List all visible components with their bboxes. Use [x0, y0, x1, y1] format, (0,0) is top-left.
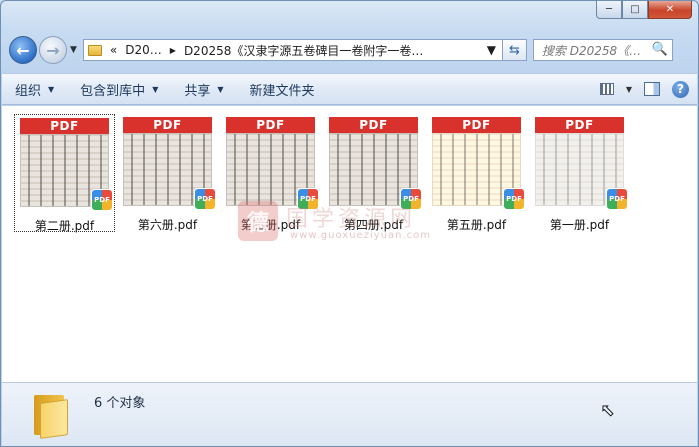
pdf-thumbnail: PDF PDF — [20, 118, 113, 211]
refresh-button[interactable]: ⇆ — [502, 39, 527, 61]
pdf-banner: PDF — [226, 117, 315, 133]
file-list-pane[interactable]: PDF PDF 第二册.pdf PDF PDF 第六册.pdf PDF PDF … — [2, 106, 697, 382]
organize-label: 组织 — [15, 83, 42, 99]
pdf-thumbnail: PDF PDF — [432, 117, 525, 210]
file-item[interactable]: PDF PDF 第五册.pdf — [426, 114, 527, 232]
caption-buttons: ─ □ ✕ — [596, 1, 692, 19]
arrow-left-icon: ← — [16, 40, 30, 60]
caret-down-icon: ▼ — [48, 84, 55, 94]
item-count: 6 个对象 — [94, 396, 146, 411]
mouse-cursor-icon: ⬁ — [600, 400, 616, 421]
forward-button[interactable]: → — [39, 36, 67, 64]
toolbar-right: ▼ ? — [599, 80, 689, 98]
pdf-banner: PDF — [329, 117, 418, 133]
folder-icon — [87, 44, 102, 56]
address-bar[interactable]: « D20… ▶ D20258《汉隶字源五卷碑目一卷附字一卷… ▼ — [82, 39, 503, 61]
share-label: 共享 — [184, 83, 211, 99]
back-button[interactable]: ← — [9, 36, 37, 64]
maximize-button[interactable]: □ — [622, 1, 648, 19]
search-placeholder: 搜索 D20258《… — [541, 43, 642, 58]
arrow-right-icon: → — [46, 40, 60, 60]
pdf-app-icon: PDF — [297, 188, 319, 210]
search-icon: 🔍 — [649, 42, 668, 57]
pdf-thumbnail: PDF PDF — [535, 117, 628, 210]
file-item[interactable]: PDF PDF 第四册.pdf — [323, 114, 424, 232]
pdf-banner: PDF — [123, 117, 212, 133]
refresh-icon: ⇆ — [508, 42, 520, 58]
include-library-label: 包含到库中 — [80, 83, 146, 99]
new-folder-label: 新建文件夹 — [249, 83, 315, 99]
preview-pane-icon[interactable] — [644, 82, 660, 96]
new-folder-button[interactable]: 新建文件夹 — [237, 80, 328, 99]
file-name: 第四册.pdf — [343, 218, 404, 232]
file-item[interactable]: PDF PDF 第六册.pdf — [117, 114, 218, 232]
caret-down-icon: ▼ — [152, 84, 159, 94]
folder-icon — [30, 391, 72, 439]
pdf-thumbnail: PDF PDF — [123, 117, 216, 210]
caret-down-icon: ▼ — [217, 84, 224, 94]
search-input[interactable]: 搜索 D20258《… 🔍 — [532, 39, 673, 61]
organize-menu[interactable]: 组织 ▼ — [2, 80, 67, 99]
file-name: 第二册.pdf — [34, 219, 95, 233]
minimize-button[interactable]: ─ — [596, 1, 622, 19]
address-dropdown-icon[interactable]: ▼ — [487, 43, 496, 57]
pdf-thumbnail: PDF PDF — [226, 117, 319, 210]
pdf-app-icon: PDF — [91, 189, 113, 211]
help-icon[interactable]: ? — [672, 80, 689, 98]
breadcrumb-root[interactable]: D20… — [125, 43, 162, 57]
file-name: 第三册.pdf — [240, 218, 301, 232]
change-view-icon[interactable] — [599, 83, 614, 95]
pdf-banner: PDF — [20, 118, 109, 134]
file-item[interactable]: PDF PDF 第一册.pdf — [529, 114, 630, 232]
include-library-menu[interactable]: 包含到库中 ▼ — [67, 80, 171, 99]
pdf-app-icon: PDF — [606, 188, 628, 210]
details-pane: 6 个对象 ⬁ — [2, 382, 697, 446]
close-button[interactable]: ✕ — [648, 1, 692, 19]
navigation-bar: ← → ▼ « D20… ▶ D20258《汉隶字源五卷碑目一卷附字一卷… ▼ … — [9, 35, 690, 65]
pdf-banner: PDF — [432, 117, 521, 133]
breadcrumb-separator-icon[interactable]: ▶ — [170, 46, 176, 55]
breadcrumb-current[interactable]: D20258《汉隶字源五卷碑目一卷附字一卷… — [184, 42, 423, 59]
file-name: 第一册.pdf — [549, 218, 610, 232]
file-grid: PDF PDF 第二册.pdf PDF PDF 第六册.pdf PDF PDF … — [14, 114, 632, 233]
file-name: 第六册.pdf — [137, 218, 198, 232]
file-item[interactable]: PDF PDF 第二册.pdf — [14, 114, 115, 233]
pdf-banner: PDF — [535, 117, 624, 133]
pdf-app-icon: PDF — [503, 188, 525, 210]
pdf-app-icon: PDF — [194, 188, 216, 210]
explorer-window: ─ □ ✕ ← → ▼ « D20… ▶ D20258《汉隶字源五卷碑目一卷附字… — [0, 0, 699, 447]
breadcrumb-chevron-icon[interactable]: « — [110, 43, 117, 57]
pdf-app-icon: PDF — [400, 188, 422, 210]
pdf-thumbnail: PDF PDF — [329, 117, 422, 210]
recent-pages-dropdown[interactable]: ▼ — [70, 45, 77, 55]
view-options-dropdown[interactable]: ▼ — [626, 85, 632, 94]
command-bar: 组织 ▼ 包含到库中 ▼ 共享 ▼ 新建文件夹 ▼ ? — [2, 73, 697, 105]
file-item[interactable]: PDF PDF 第三册.pdf — [220, 114, 321, 232]
file-name: 第五册.pdf — [446, 218, 507, 232]
share-menu[interactable]: 共享 ▼ — [171, 80, 236, 99]
